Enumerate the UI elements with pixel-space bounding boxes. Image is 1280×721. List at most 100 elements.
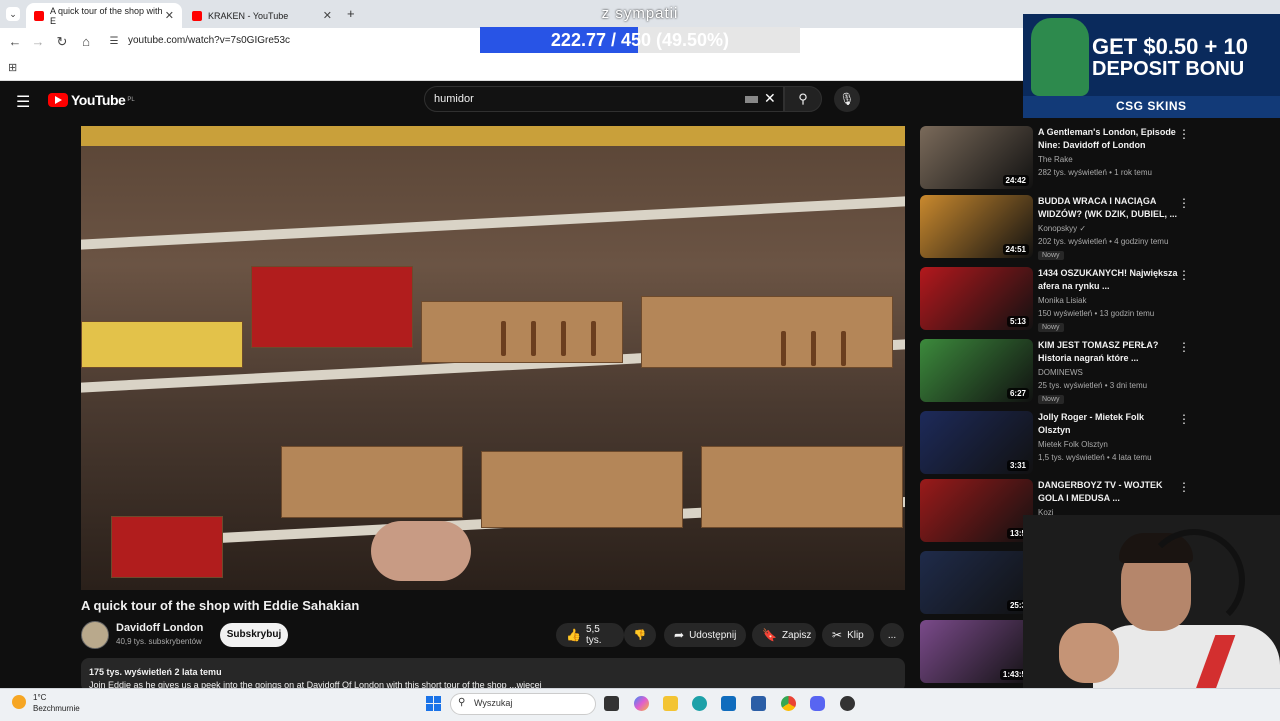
voice-search-button[interactable]: 🎙 <box>834 86 860 112</box>
store-icon[interactable] <box>751 696 766 711</box>
file-explorer-icon[interactable] <box>663 696 678 711</box>
weather-temp[interactable]: 1°C <box>33 693 46 702</box>
ad-brand: CSG SKINS <box>1116 99 1187 113</box>
share-icon: ➦ <box>674 628 685 642</box>
related-channel[interactable]: DOMINEWS <box>1038 368 1083 377</box>
cigar <box>561 321 566 356</box>
cigar <box>841 331 846 366</box>
discord-icon[interactable] <box>810 696 825 711</box>
back-icon[interactable]: ← <box>7 34 23 50</box>
copilot-icon[interactable] <box>634 696 649 711</box>
ad-subheadline: DEPOSIT BONU <box>1092 58 1245 80</box>
video-player[interactable] <box>81 126 905 590</box>
related-meta: 202 tys. wyświetleń • 4 godziny temu <box>1038 237 1169 246</box>
duration-badge: 5:13 <box>1006 316 1029 327</box>
related-thumbnail[interactable]: 6:27 <box>920 339 1033 402</box>
related-meta: 282 tys. wyświetleń • 1 rok temu <box>1038 168 1152 177</box>
cigar <box>531 321 536 356</box>
start-tile <box>426 704 433 711</box>
youtube-favicon-icon <box>192 10 202 21</box>
more-actions-button[interactable]: ... <box>880 623 904 647</box>
like-button[interactable]: 👍 5,5 tys. <box>556 623 624 647</box>
clip-button[interactable]: ✂ Klip <box>822 623 874 647</box>
url-text[interactable]: youtube.com/watch?v=7s0GIGre53c <box>128 35 290 46</box>
related-title[interactable]: Jolly Roger - Mietek Folk Olsztyn <box>1038 411 1178 437</box>
chrome-icon[interactable] <box>781 696 796 711</box>
home-icon[interactable]: ⌂ <box>78 34 94 50</box>
cigar-box <box>81 321 243 368</box>
start-tile <box>434 696 441 703</box>
clear-search-icon[interactable]: ✕ <box>764 90 776 107</box>
related-thumbnail[interactable]: 1:43:5 <box>920 620 1033 683</box>
related-channel[interactable]: Monika Lisiak <box>1038 296 1086 305</box>
channel-name[interactable]: Davidoff London <box>116 622 203 634</box>
related-thumbnail[interactable]: 3:31 <box>920 411 1033 474</box>
related-title[interactable]: BUDDA WRACA I NACIĄGA WIDZÓW? (WK DZIK, … <box>1038 195 1178 221</box>
dislike-button[interactable]: 👎 <box>624 623 656 647</box>
tab-label: A quick tour of the shop with E <box>50 5 163 26</box>
related-title[interactable]: DANGERBOYZ TV - WOJTEK GOLA I MEDUSA ... <box>1038 479 1178 505</box>
subscribe-button[interactable]: Subskrybuj <box>220 623 288 647</box>
youtube-logo[interactable]: YouTube PL <box>48 92 135 108</box>
cigar <box>501 321 506 356</box>
hamburger-menu-icon[interactable]: ☰ <box>16 92 32 112</box>
related-channel[interactable]: Mietek Folk Olsztyn <box>1038 440 1108 449</box>
share-button[interactable]: ➦ Udostępnij <box>664 623 746 647</box>
edge-icon[interactable] <box>692 696 707 711</box>
related-thumbnail[interactable]: 13:5 <box>920 479 1033 542</box>
more-options-icon[interactable]: ⋮ <box>1178 127 1190 141</box>
related-channel[interactable]: Konopskyy ✓ <box>1038 224 1086 233</box>
thumbs-down-icon: 👎 <box>633 629 647 641</box>
app-icon[interactable] <box>840 696 855 711</box>
tab-close-icon[interactable]: ✕ <box>165 9 174 22</box>
search-value[interactable]: humidor <box>434 93 474 105</box>
like-count: 5,5 tys. <box>585 624 602 646</box>
clip-label: Klip <box>847 629 864 641</box>
tab-label: KRAKEN - YouTube <box>208 10 289 21</box>
more-options-icon[interactable]: ⋮ <box>1178 412 1190 426</box>
keyboard-icon[interactable] <box>745 96 758 103</box>
search-input[interactable] <box>424 86 784 112</box>
thumbs-up-icon: 👍 <box>566 628 581 642</box>
related-title[interactable]: A Gentleman's London, Episode Nine: Davi… <box>1038 126 1178 152</box>
related-channel[interactable]: The Rake <box>1038 155 1073 164</box>
related-thumbnail[interactable]: 24:42 <box>920 126 1033 189</box>
site-info-icon[interactable]: ☰ <box>106 34 122 50</box>
outlook-icon[interactable] <box>721 696 736 711</box>
related-thumbnail[interactable]: 25:3 <box>920 551 1033 614</box>
tab-active[interactable]: A quick tour of the shop with E ✕ <box>26 3 182 28</box>
taskbar-search[interactable] <box>450 693 596 715</box>
new-tab-button[interactable]: + <box>347 6 355 21</box>
search-button[interactable]: ⚲ <box>784 86 822 112</box>
tab-close-icon[interactable]: ✕ <box>323 9 332 22</box>
cigar <box>781 331 786 366</box>
scissors-icon: ✂ <box>832 628 843 642</box>
channel-avatar[interactable] <box>81 621 109 649</box>
region-label: PL <box>127 97 135 103</box>
apps-grid-icon[interactable]: ⊞ <box>8 61 17 74</box>
more-options-icon[interactable]: ⋮ <box>1178 340 1190 354</box>
weather-desc[interactable]: Bezchmurnie <box>33 704 80 713</box>
duration-badge: 24:42 <box>1002 175 1029 186</box>
related-title[interactable]: 1434 OSZUKANYCH! Największa afera na ryn… <box>1038 267 1178 293</box>
related-title[interactable]: KIM JEST TOMASZ PERŁA? Historia nagrań k… <box>1038 339 1178 365</box>
youtube-logo-text: YouTube <box>71 92 126 108</box>
more-options-icon[interactable]: ⋮ <box>1178 196 1190 210</box>
mascot-image <box>1031 18 1089 96</box>
more-options-icon[interactable]: ⋮ <box>1178 268 1190 282</box>
start-icon[interactable] <box>426 696 441 711</box>
view-count-date: 175 tys. wyświetleń 2 lata temu <box>89 667 222 677</box>
taskbar-search-placeholder[interactable]: Wyszukaj <box>474 698 512 708</box>
start-tile <box>426 696 433 703</box>
forward-icon[interactable]: → <box>30 34 46 50</box>
related-thumbnail[interactable]: 24:51 <box>920 195 1033 258</box>
reload-icon[interactable]: ↻ <box>54 34 70 50</box>
save-button[interactable]: 🔖 Zapisz <box>752 623 816 647</box>
task-view-icon[interactable] <box>604 696 619 711</box>
weather-moon-icon[interactable] <box>12 695 26 709</box>
tab-list-button[interactable]: ⌄ <box>6 7 20 21</box>
tab-kraken[interactable]: KRAKEN - YouTube ✕ <box>184 3 340 28</box>
subscriber-count: 40,9 tys. subskrybentów <box>116 637 202 646</box>
related-thumbnail[interactable]: 5:13 <box>920 267 1033 330</box>
more-options-icon[interactable]: ⋮ <box>1178 480 1190 494</box>
